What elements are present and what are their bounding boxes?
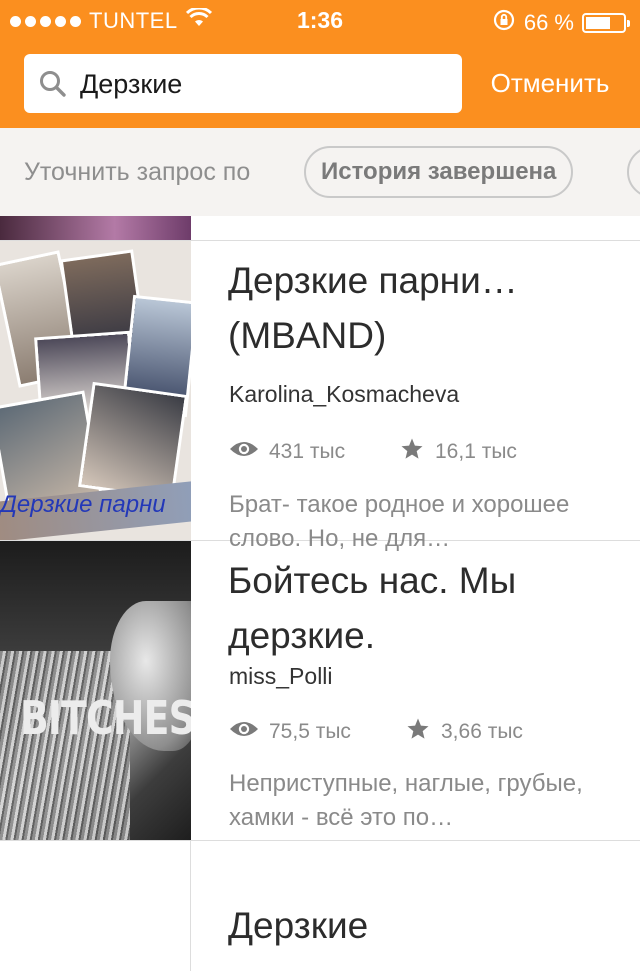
search-icon [38, 69, 68, 104]
list-item[interactable] [0, 216, 640, 241]
list-item[interactable]: BITCHES Бойтесь нас. Мы дерзкие. miss_Po… [0, 541, 640, 841]
story-title: Бойтесь нас. Мы дерзкие. [228, 560, 517, 656]
story-cover: Дерзкие парни [0, 241, 191, 540]
search-input[interactable]: Дерзкие [24, 54, 462, 113]
cancel-button[interactable]: Отменить [470, 68, 630, 99]
reads-count: 431 тыс [269, 440, 346, 463]
cover-title-text: Дерзкие парни [0, 491, 166, 518]
reads-stat: 431 тыс [229, 439, 399, 465]
cover-title-text: BITCHES [20, 691, 191, 745]
eye-icon [229, 719, 259, 745]
story-stats: 431 тыс 16,1 тыс [229, 437, 517, 467]
story-stats: 75,5 тыс 3,66 тыс [229, 717, 523, 747]
reads-count: 75,5 тыс [269, 720, 351, 743]
story-author[interactable]: Karolina_Kosmacheva [229, 381, 459, 408]
rotation-lock-icon [492, 8, 516, 38]
votes-stat: 3,66 тыс [405, 717, 523, 747]
search-results-list: Дерзкие парни Дерзкие парни… (MBAND) Kar… [0, 216, 640, 971]
story-title: Дерзкие [228, 905, 369, 946]
search-query-text: Дерзкие [80, 69, 183, 99]
story-author[interactable]: miss_Polli [229, 663, 333, 690]
filter-chip-completed[interactable]: История завершена [304, 146, 574, 198]
story-description: Неприступные, наглые, грубые, хамки - вс… [229, 770, 583, 831]
status-bar: TUNTEL 1:36 66 % [0, 0, 640, 42]
votes-stat: 16,1 тыс [399, 437, 517, 467]
votes-count: 16,1 тыс [435, 440, 517, 463]
list-item[interactable]: Дерзкие парни Дерзкие парни… (MBAND) Kar… [0, 241, 640, 552]
status-bar-right: 66 % [492, 8, 630, 38]
votes-count: 3,66 тыс [441, 720, 523, 743]
battery-percent: 66 % [523, 10, 574, 35]
story-title: Дерзкие парни… (MBAND) [228, 260, 518, 356]
refine-label: Уточнить запрос по [24, 158, 251, 186]
battery-icon [582, 13, 630, 33]
filter-chip-next[interactable] [627, 146, 640, 198]
star-icon [405, 717, 431, 747]
story-cover: BITCHES [0, 541, 191, 840]
eye-icon [229, 439, 259, 465]
reads-stat: 75,5 тыс [229, 719, 405, 745]
app-header: TUNTEL 1:36 66 % Дерзкие Отменить [0, 0, 640, 128]
story-cover [0, 841, 191, 971]
story-cover [0, 216, 191, 240]
list-item[interactable]: Дерзкие [0, 841, 640, 971]
star-icon [399, 437, 425, 467]
refine-filter-bar: Уточнить запрос по История завершена [0, 128, 640, 216]
